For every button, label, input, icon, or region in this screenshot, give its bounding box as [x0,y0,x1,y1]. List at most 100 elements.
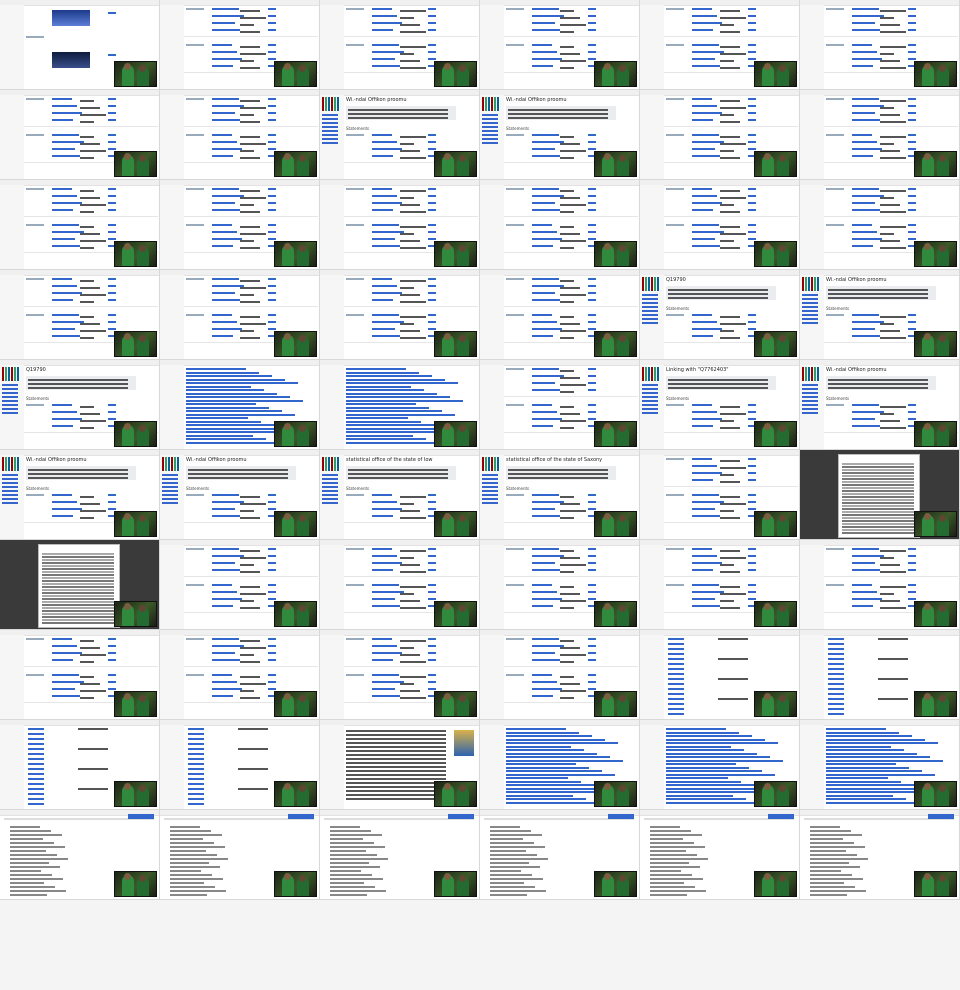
edit-link[interactable] [108,321,116,323]
list-item[interactable] [188,798,204,800]
statement-value[interactable] [852,418,875,420]
list-item[interactable] [668,688,684,690]
statement-value[interactable] [692,195,717,197]
statement-value[interactable] [532,418,562,420]
edit-link[interactable] [748,51,756,53]
edit-link[interactable] [908,8,916,10]
edit-link[interactable] [588,299,596,301]
statement-value[interactable] [212,688,242,690]
statement-value[interactable] [212,65,233,67]
edit-link[interactable] [428,134,436,136]
edit-link[interactable] [428,314,436,316]
wikidata-logo-icon[interactable] [802,276,820,291]
sidebar-link[interactable] [482,138,498,140]
property-label[interactable] [666,548,684,550]
property-label[interactable] [506,314,524,316]
sidebar-link[interactable] [482,114,498,116]
edit-link[interactable] [588,389,596,391]
edit-link[interactable] [108,54,116,56]
list-item[interactable] [188,778,204,780]
history-entry[interactable] [186,389,264,391]
statement-value[interactable] [212,148,242,150]
edit-link[interactable] [428,659,436,661]
edit-link[interactable] [748,479,756,481]
publish-button[interactable] [448,814,474,819]
statement-value[interactable] [532,515,560,517]
statement-value[interactable] [852,335,880,337]
edit-link[interactable] [748,112,756,114]
statement-value[interactable] [532,224,552,226]
statement-value[interactable] [212,245,233,247]
history-entry[interactable] [506,780,581,783]
edit-link[interactable] [428,238,436,240]
statement-value[interactable] [212,515,240,517]
edit-link[interactable] [428,51,436,53]
sidebar-link[interactable] [482,482,498,484]
edit-link[interactable] [428,494,436,496]
edit-link[interactable] [268,278,276,280]
edit-link[interactable] [428,141,436,143]
statement-value[interactable] [532,638,559,640]
edit-link[interactable] [108,112,116,114]
edit-link[interactable] [748,321,756,323]
statement-value[interactable] [532,202,555,204]
statement-value[interactable] [372,238,395,240]
edit-link[interactable] [108,141,116,143]
sidebar-link[interactable] [2,486,18,488]
edit-link[interactable] [748,224,756,226]
sidebar-link[interactable] [802,412,818,414]
sidebar-link[interactable] [2,408,18,410]
edit-link[interactable] [748,569,756,571]
edit-link[interactable] [748,209,756,211]
statement-value[interactable] [532,652,555,654]
history-entry[interactable] [666,752,757,755]
list-item[interactable] [28,758,44,760]
image-value[interactable] [52,52,90,68]
sidebar-link[interactable] [482,126,498,128]
list-item[interactable] [828,713,844,715]
edit-link[interactable] [268,98,276,100]
statement-value[interactable] [212,508,235,510]
history-entry[interactable] [506,801,599,804]
property-label[interactable] [506,638,524,640]
edit-link[interactable] [908,15,916,17]
history-entry[interactable] [506,742,618,744]
statement-value[interactable] [692,335,713,337]
history-entry[interactable] [346,392,437,395]
statement-value[interactable] [692,15,717,17]
property-label[interactable] [26,278,44,280]
edit-link[interactable] [268,328,276,330]
sidebar-link[interactable] [642,314,658,316]
history-entry[interactable] [666,756,770,758]
edit-link[interactable] [108,195,116,197]
history-entry[interactable] [346,434,413,437]
edit-link[interactable] [588,562,596,564]
statement-value[interactable] [692,29,713,31]
list-item[interactable] [828,678,844,680]
statement-value[interactable] [212,314,232,316]
statement-value[interactable] [532,584,552,586]
sidebar-link[interactable] [482,486,498,488]
edit-link[interactable] [428,292,436,294]
statement-value[interactable] [372,569,393,571]
statement-value[interactable] [692,105,717,107]
sidebar-link[interactable] [322,490,338,492]
edit-link[interactable] [908,148,916,150]
history-entry[interactable] [666,784,754,786]
statement-value[interactable] [692,65,720,67]
edit-link[interactable] [428,562,436,564]
history-entry[interactable] [666,766,749,769]
sidebar-link[interactable] [322,474,338,476]
edit-link[interactable] [428,209,436,211]
statement-value[interactable] [852,598,882,600]
list-item[interactable] [188,803,204,805]
edit-link[interactable] [748,98,756,100]
list-item[interactable] [668,673,684,675]
edit-link[interactable] [268,688,276,690]
property-label[interactable] [186,98,204,100]
statement-value[interactable] [372,148,402,150]
sidebar-link[interactable] [2,392,18,394]
list-item[interactable] [188,743,204,745]
edit-link[interactable] [108,314,116,316]
history-entry[interactable] [186,375,272,377]
